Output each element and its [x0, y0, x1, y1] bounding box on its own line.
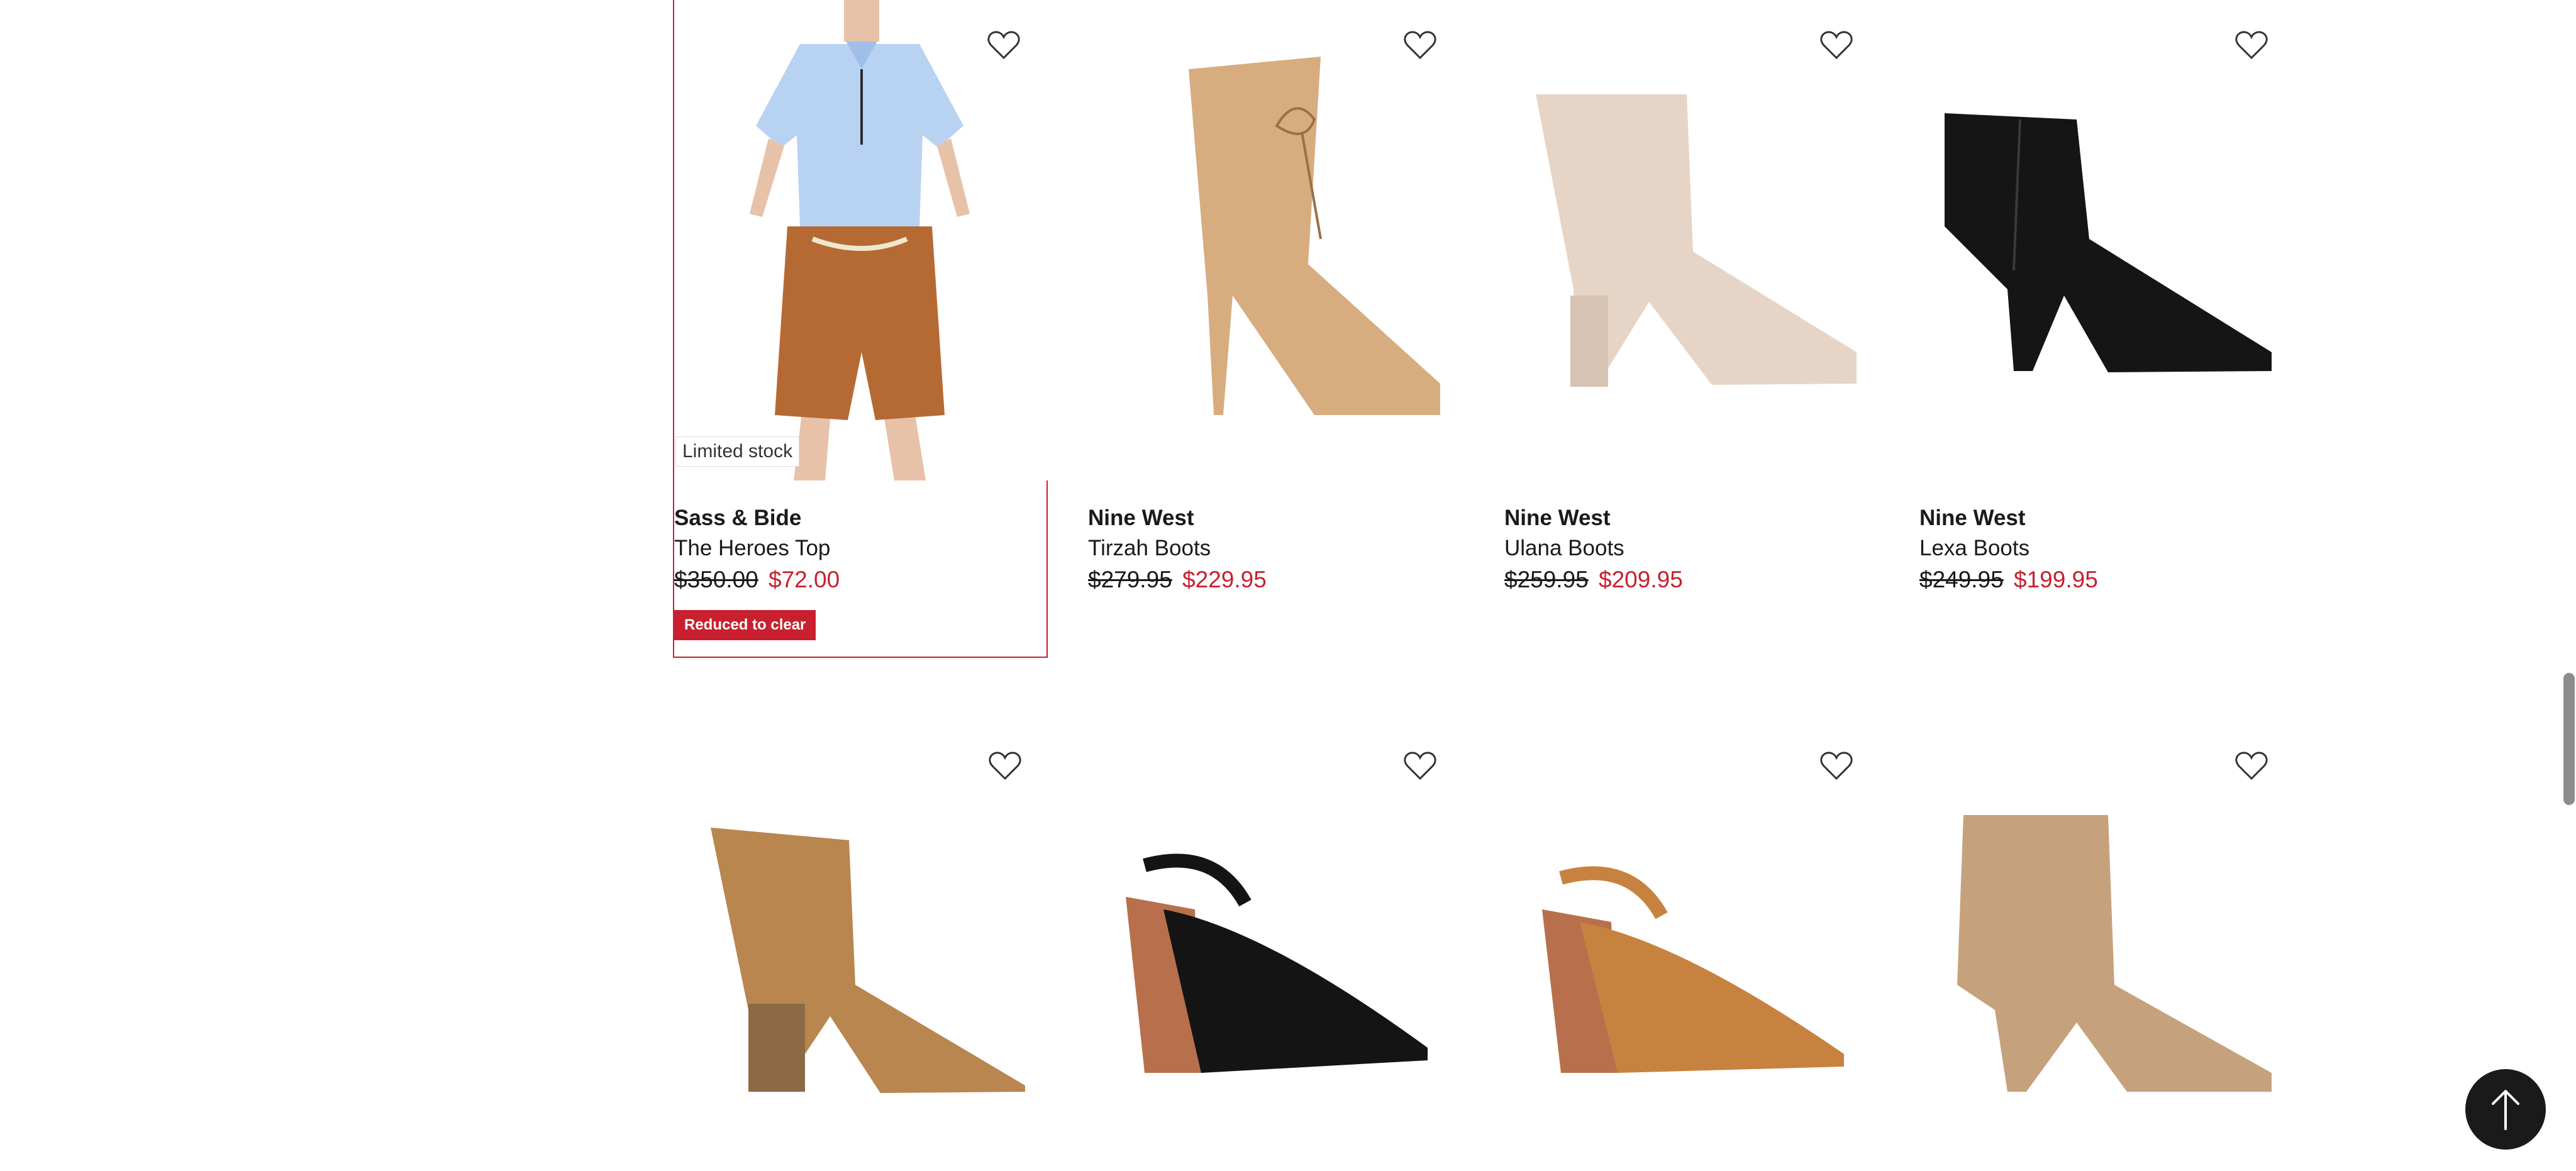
arrow-up-icon [2492, 1090, 2519, 1130]
product-name[interactable]: Tirzah Boots [1088, 533, 1459, 563]
product-image[interactable] [1504, 721, 1879, 1171]
product-info: Nine West Ulana Boots $259.95 $209.95 [1504, 503, 1875, 596]
product-name[interactable]: Lexa Boots [1919, 533, 2290, 563]
back-to-top-button[interactable] [2465, 1069, 2546, 1150]
original-price: $249.95 [1919, 567, 2004, 592]
wishlist-heart-icon[interactable] [1400, 25, 1440, 65]
product-card[interactable]: Nine West Tirzah Boots $279.95 $229.95 [1088, 0, 1463, 658]
sale-price: $72.00 [769, 567, 840, 592]
product-card[interactable]: Nine West Lexa Boots $249.95 $199.95 [1919, 0, 2294, 658]
original-price: $279.95 [1088, 567, 1172, 592]
product-info: Nine West Tirzah Boots $279.95 $229.95 [1088, 503, 1459, 596]
product-brand[interactable]: Nine West [1088, 503, 1459, 533]
product-image[interactable] [1088, 721, 1463, 1171]
product-image[interactable] [1504, 0, 1879, 480]
product-image[interactable] [1919, 721, 2294, 1171]
product-card[interactable] [1088, 721, 1463, 1171]
product-price: $279.95 $229.95 [1088, 563, 1459, 596]
original-price: $350.00 [674, 567, 758, 592]
product-image[interactable] [674, 0, 1049, 480]
sale-price: $199.95 [2014, 567, 2098, 592]
wishlist-heart-icon[interactable] [2231, 746, 2272, 786]
product-card[interactable] [673, 721, 1048, 1171]
page-scrollbar[interactable] [2563, 673, 2575, 805]
promo-badge: Reduced to clear [674, 610, 816, 640]
product-brand[interactable]: Nine West [1504, 503, 1875, 533]
product-image[interactable] [1919, 0, 2294, 480]
product-brand[interactable]: Sass & Bide [674, 503, 1045, 533]
wishlist-heart-icon[interactable] [985, 746, 1025, 786]
wishlist-heart-icon[interactable] [1816, 746, 1857, 786]
product-price: $259.95 $209.95 [1504, 563, 1875, 596]
product-image[interactable] [673, 721, 1048, 1171]
product-price: $249.95 $199.95 [1919, 563, 2290, 596]
stock-label: Limited stock [675, 436, 800, 467]
wishlist-heart-icon[interactable] [1816, 25, 1857, 65]
product-info: Nine West Lexa Boots $249.95 $199.95 [1919, 503, 2290, 596]
product-card[interactable]: Limited stock Sass & Bide The Heroes Top… [673, 0, 1049, 658]
product-brand[interactable]: Nine West [1919, 503, 2290, 533]
sale-price: $209.95 [1599, 567, 1683, 592]
product-card[interactable] [1504, 721, 1879, 1171]
product-name[interactable]: The Heroes Top [674, 533, 1045, 563]
wishlist-heart-icon[interactable] [1400, 746, 1440, 786]
product-price: $350.00 $72.00 [674, 563, 1045, 596]
product-name[interactable]: Ulana Boots [1504, 533, 1875, 563]
product-info: Sass & Bide The Heroes Top $350.00 $72.0… [674, 503, 1045, 640]
product-image[interactable] [1088, 0, 1463, 480]
product-card[interactable] [1919, 721, 2294, 1171]
sale-price: $229.95 [1182, 567, 1267, 592]
product-card[interactable]: Nine West Ulana Boots $259.95 $209.95 [1504, 0, 1879, 658]
original-price: $259.95 [1504, 567, 1589, 592]
wishlist-heart-icon[interactable] [984, 25, 1024, 65]
wishlist-heart-icon[interactable] [2231, 25, 2272, 65]
